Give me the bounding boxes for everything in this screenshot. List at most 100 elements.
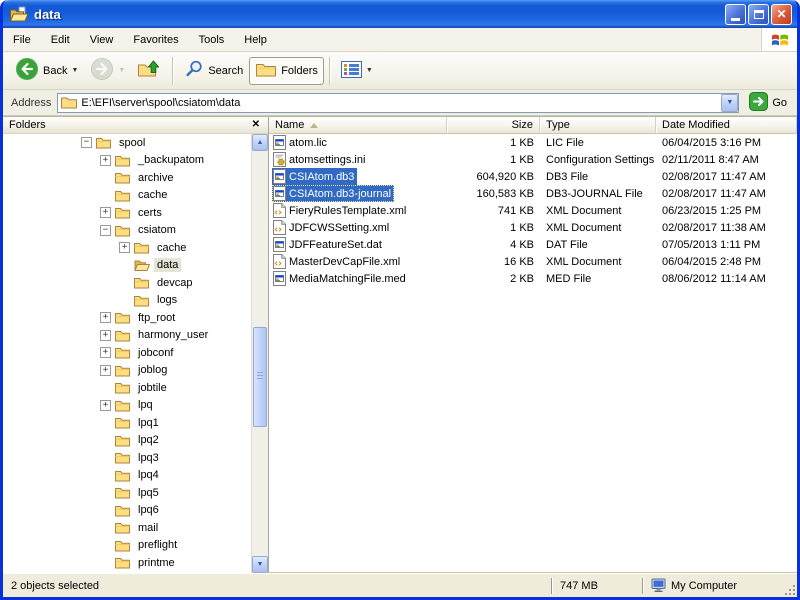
scroll-down-icon[interactable]: ▼ xyxy=(252,556,268,573)
column-header-type[interactable]: Type xyxy=(540,117,656,133)
tree-item-jobtile[interactable]: jobtile xyxy=(3,379,251,397)
back-label: Back xyxy=(43,65,67,77)
tree-item-lpq[interactable]: + lpq xyxy=(3,397,251,415)
expand-icon[interactable]: + xyxy=(100,365,111,376)
tree-item-label: lpq xyxy=(135,398,156,412)
tree-item-label: lpq3 xyxy=(135,451,162,465)
folders-panel-header: Folders ✕ xyxy=(3,117,268,134)
config-file-icon xyxy=(273,152,286,167)
address-input[interactable]: E:\EFI\server\spool\csiatom\data xyxy=(81,97,721,109)
menu-tools[interactable]: Tools xyxy=(189,28,235,51)
menu-help[interactable]: Help xyxy=(234,28,277,51)
tree-item-preflight[interactable]: preflight xyxy=(3,537,251,555)
tree-item-pslib[interactable]: pslib xyxy=(3,572,251,574)
file-row-JDFFeatureSet.dat[interactable]: JDFFeatureSet.dat4 KBDAT File07/05/2013 … xyxy=(269,236,797,253)
file-name[interactable]: JDFFeatureSet.dat xyxy=(272,236,385,253)
file-name[interactable]: MasterDevCapFile.xml xyxy=(272,253,403,270)
back-button[interactable]: Back ▼ xyxy=(9,53,84,88)
tree-item-label: certs xyxy=(135,206,165,220)
file-row-atomsettings.ini[interactable]: atomsettings.ini1 KBConfiguration Settin… xyxy=(269,151,797,168)
maximize-button[interactable] xyxy=(748,4,769,25)
file-row-CSIAtom.db3-journal[interactable]: CSIAtom.db3-journal160,583 KBDB3-JOURNAL… xyxy=(269,185,797,202)
file-row-CSIAtom.db3[interactable]: CSIAtom.db3604,920 KBDB3 File02/08/2017 … xyxy=(269,168,797,185)
address-combobox[interactable]: E:\EFI\server\spool\csiatom\data ▼ xyxy=(57,93,739,113)
tree-item-logs[interactable]: logs xyxy=(3,292,251,310)
tree-item-data[interactable]: data xyxy=(3,257,251,275)
file-row-FieryRulesTemplate.xml[interactable]: FieryRulesTemplate.xml741 KBXML Document… xyxy=(269,202,797,219)
file-row-JDFCWSSetting.xml[interactable]: JDFCWSSetting.xml1 KBXML Document02/08/2… xyxy=(269,219,797,236)
views-button[interactable]: ▼ xyxy=(335,57,379,85)
tree-indent xyxy=(100,382,111,393)
folder-icon xyxy=(115,311,131,324)
file-name[interactable]: JDFCWSSetting.xml xyxy=(272,219,392,236)
expand-icon[interactable]: + xyxy=(100,155,111,166)
column-header-date-modified[interactable]: Date Modified xyxy=(656,117,797,133)
tree-item-csiatom[interactable]: −csiatom xyxy=(3,222,251,240)
file-name[interactable]: MediaMatchingFile.med xyxy=(272,270,409,287)
expand-icon[interactable]: + xyxy=(100,207,111,218)
address-dropdown-icon[interactable]: ▼ xyxy=(721,94,738,112)
folder-icon xyxy=(115,364,131,377)
expand-icon[interactable]: + xyxy=(100,400,111,411)
search-button[interactable]: Search xyxy=(178,55,249,86)
file-row-atom.lic[interactable]: atom.lic1 KBLIC File06/04/2015 3:16 PM xyxy=(269,134,797,151)
file-name[interactable]: CSIAtom.db3-journal xyxy=(272,185,394,202)
tree-item-cache[interactable]: +cache xyxy=(3,239,251,257)
file-name[interactable]: atomsettings.ini xyxy=(272,151,368,168)
menu-favorites[interactable]: Favorites xyxy=(123,28,188,51)
menu-file[interactable]: File xyxy=(3,28,41,51)
file-name[interactable]: atom.lic xyxy=(272,134,330,151)
tree-item-printme[interactable]: printme xyxy=(3,554,251,572)
close-button[interactable]: ✕ xyxy=(771,4,792,25)
expand-icon[interactable]: + xyxy=(100,330,111,341)
expand-icon[interactable]: + xyxy=(119,242,130,253)
tree-scrollbar[interactable]: ▲ ▼ xyxy=(251,134,268,573)
file-name-cell: CSIAtom.db3-journal xyxy=(269,185,447,202)
scroll-up-icon[interactable]: ▲ xyxy=(252,134,268,151)
tree-item-_backupatom[interactable]: +_backupatom xyxy=(3,152,251,170)
expand-icon[interactable]: + xyxy=(100,312,111,323)
app-file-icon xyxy=(273,135,286,150)
menu-view[interactable]: View xyxy=(80,28,124,51)
folders-panel-close-icon[interactable]: ✕ xyxy=(250,120,262,130)
folders-button[interactable]: Folders xyxy=(249,57,324,85)
tree-item-mail[interactable]: mail xyxy=(3,519,251,537)
file-type: DB3 File xyxy=(540,171,656,183)
views-dropdown-icon[interactable]: ▼ xyxy=(366,67,373,74)
resize-grip[interactable] xyxy=(783,574,797,597)
minimize-button[interactable] xyxy=(725,4,746,25)
collapse-icon[interactable]: − xyxy=(100,225,111,236)
tree-item-certs[interactable]: + certs xyxy=(3,204,251,222)
tree-item-label: devcap xyxy=(154,276,195,290)
file-row-MediaMatchingFile.med[interactable]: MediaMatchingFile.med2 KBMED File08/06/2… xyxy=(269,270,797,287)
file-name[interactable]: FieryRulesTemplate.xml xyxy=(272,202,409,219)
file-row-MasterDevCapFile.xml[interactable]: MasterDevCapFile.xml16 KBXML Document06/… xyxy=(269,253,797,270)
tree-item-archive[interactable]: archive xyxy=(3,169,251,187)
folder-icon xyxy=(134,276,150,289)
tree-indent xyxy=(100,172,111,183)
tree-item-lpq3[interactable]: lpq3 xyxy=(3,449,251,467)
up-button[interactable] xyxy=(131,55,167,86)
tree-item-lpq1[interactable]: lpq1 xyxy=(3,414,251,432)
column-header-size[interactable]: Size xyxy=(447,117,540,133)
collapse-icon[interactable]: − xyxy=(81,137,92,148)
tree-item-lpq2[interactable]: lpq2 xyxy=(3,432,251,450)
tree-item-jobconf[interactable]: +jobconf xyxy=(3,344,251,362)
back-dropdown-icon[interactable]: ▼ xyxy=(71,67,78,74)
scrollbar-thumb[interactable] xyxy=(253,327,267,427)
tree-item-lpq6[interactable]: lpq6 xyxy=(3,502,251,520)
expand-icon[interactable]: + xyxy=(100,347,111,358)
column-header-name[interactable]: Name xyxy=(269,117,447,133)
forward-button[interactable]: ▼ xyxy=(84,53,131,88)
go-button[interactable]: Go xyxy=(745,92,791,114)
tree-item-lpq5[interactable]: lpq5 xyxy=(3,484,251,502)
tree-item-devcap[interactable]: devcap xyxy=(3,274,251,292)
tree-item-cache[interactable]: cache xyxy=(3,187,251,205)
tree-item-lpq4[interactable]: lpq4 xyxy=(3,467,251,485)
tree-item-joblog[interactable]: +joblog xyxy=(3,362,251,380)
tree-item-harmony_user[interactable]: +harmony_user xyxy=(3,327,251,345)
file-name[interactable]: CSIAtom.db3 xyxy=(272,168,357,185)
menu-edit[interactable]: Edit xyxy=(41,28,80,51)
tree-item-spool[interactable]: −spool xyxy=(3,134,251,152)
tree-item-ftp_root[interactable]: +ftp_root xyxy=(3,309,251,327)
